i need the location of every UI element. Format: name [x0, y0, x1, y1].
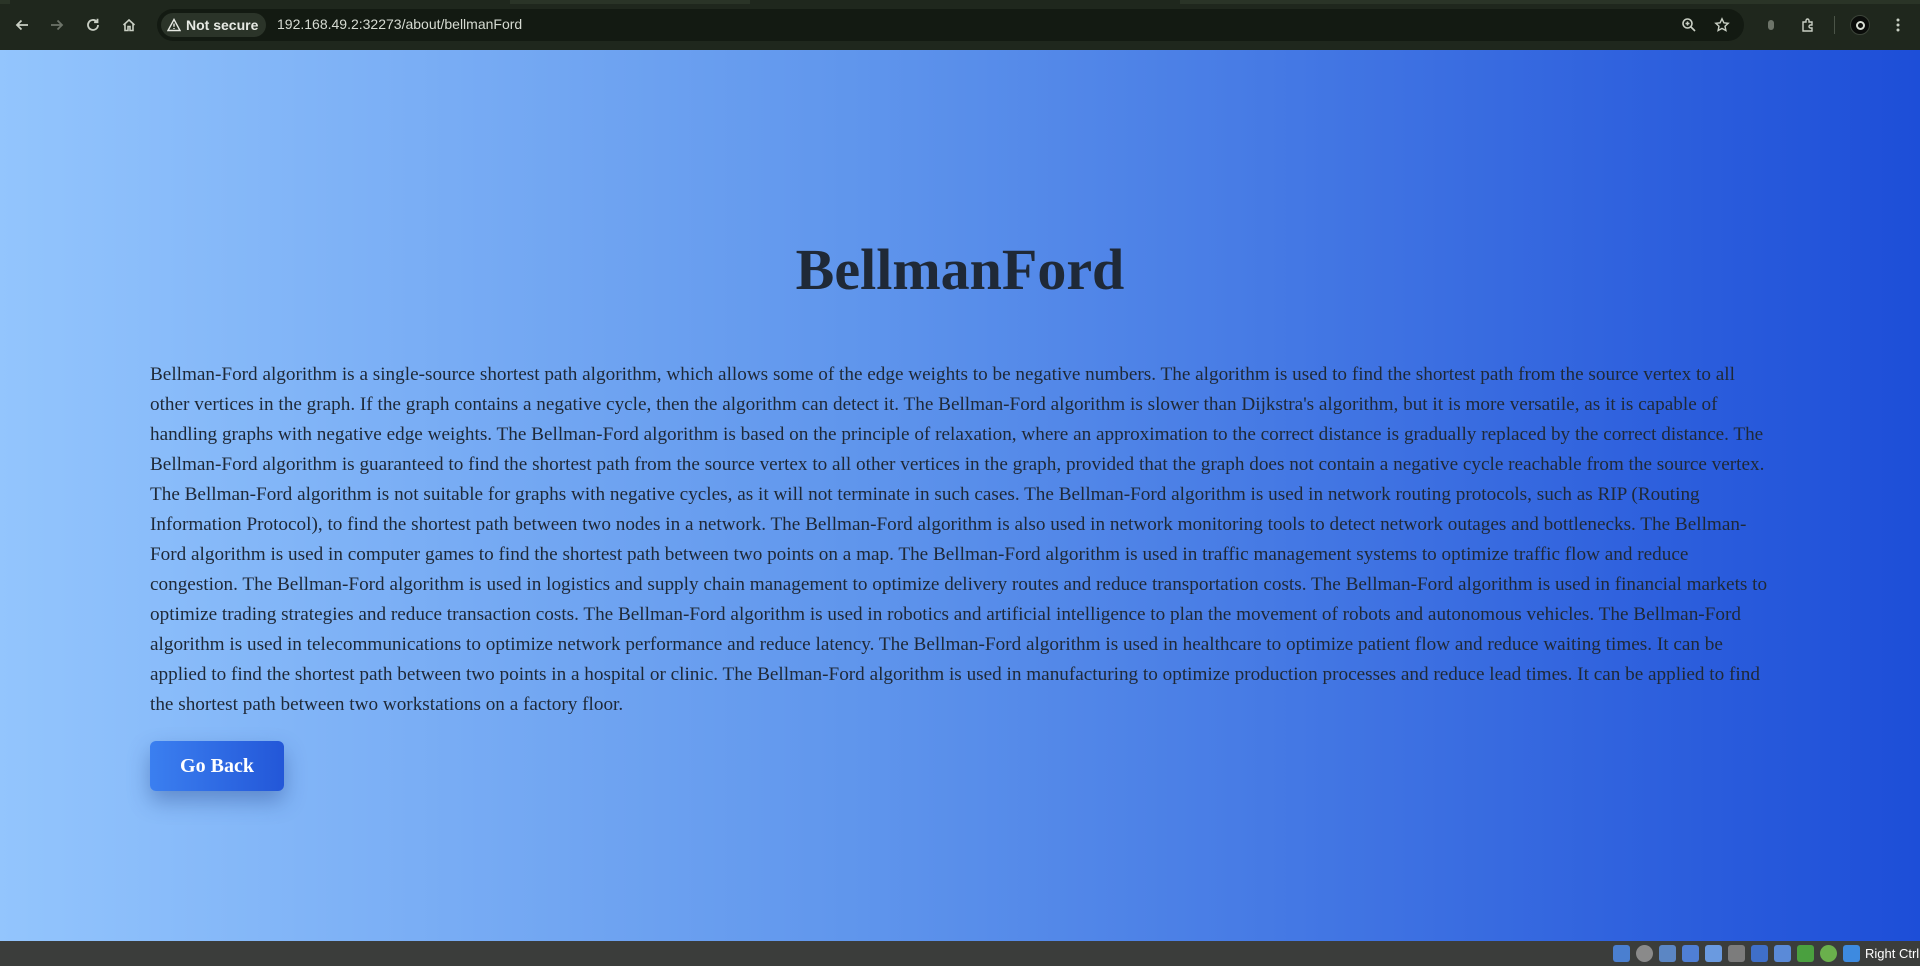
back-icon[interactable]	[11, 14, 33, 36]
algorithm-description: Bellman-Ford algorithm is a single-sourc…	[150, 364, 1768, 715]
browser-toolbar: Not secure 192.168.49.2:32273/about/bell…	[0, 0, 1920, 50]
star-icon[interactable]	[1712, 15, 1732, 35]
security-chip[interactable]: Not secure	[161, 13, 267, 37]
go-back-button[interactable]: Go Back	[150, 741, 284, 791]
globe-icon[interactable]	[1820, 945, 1837, 962]
warning-icon	[166, 18, 182, 32]
window-icon[interactable]	[1774, 945, 1791, 962]
reload-icon[interactable]	[82, 14, 104, 36]
security-label: Not secure	[186, 17, 259, 33]
address-bar[interactable]: Not secure 192.168.49.2:32273/about/bell…	[157, 9, 1744, 41]
keyboard-label: Right Ctrl	[1865, 946, 1920, 961]
browser-tab[interactable]	[10, 0, 510, 4]
download-icon[interactable]	[1843, 945, 1860, 962]
home-icon[interactable]	[118, 14, 140, 36]
forward-icon[interactable]	[46, 14, 68, 36]
zoom-icon[interactable]	[1679, 15, 1699, 35]
display-icon[interactable]	[1682, 945, 1699, 962]
screen-icon[interactable]	[1751, 945, 1768, 962]
extension-icon[interactable]	[1760, 14, 1782, 36]
puzzle-icon[interactable]	[1797, 14, 1819, 36]
page-title: BellmanFord	[795, 237, 1125, 302]
network-icon[interactable]	[1613, 945, 1630, 962]
shared-icon[interactable]	[1797, 945, 1814, 962]
folder-icon[interactable]	[1728, 945, 1745, 962]
optical-drive-icon[interactable]	[1636, 945, 1653, 962]
page-content: BellmanFord Bellman-Ford algorithm is a …	[0, 50, 1920, 941]
menu-icon[interactable]	[1887, 14, 1909, 36]
profile-icon[interactable]	[1850, 15, 1870, 35]
host-taskbar: Right Ctrl	[0, 941, 1920, 966]
audio-icon[interactable]	[1659, 945, 1676, 962]
pen-icon[interactable]	[1705, 945, 1722, 962]
tab-strip	[0, 0, 1920, 4]
url-text[interactable]: 192.168.49.2:32273/about/bellmanFord	[277, 16, 522, 32]
browser-tab[interactable]	[750, 0, 1180, 4]
toolbar-divider	[1834, 16, 1835, 34]
